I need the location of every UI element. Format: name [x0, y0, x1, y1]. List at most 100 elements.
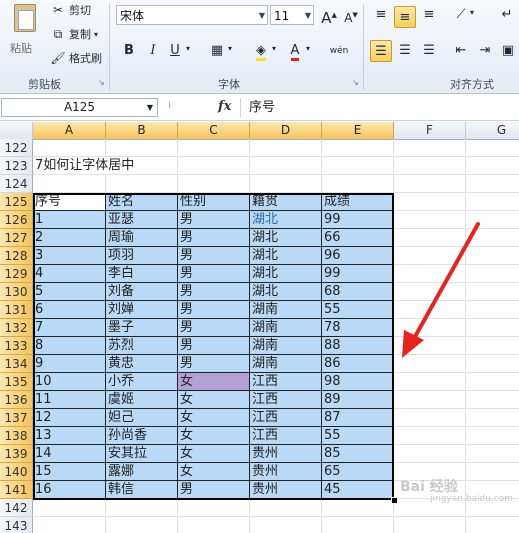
- shrink-font-button[interactable]: A▼: [340, 4, 362, 26]
- table-cell[interactable]: 男: [178, 355, 250, 373]
- cell[interactable]: [394, 355, 466, 373]
- table-cell[interactable]: 亚瑟: [106, 211, 178, 229]
- formula-bar-splitter-icon[interactable]: ⁞: [168, 100, 171, 111]
- table-cell[interactable]: 男: [178, 211, 250, 229]
- row-header[interactable]: 137: [0, 409, 33, 427]
- table-cell[interactable]: 男: [178, 481, 250, 499]
- row-header[interactable]: 132: [0, 319, 33, 337]
- table-header-cell[interactable]: 姓名: [106, 193, 178, 211]
- cell[interactable]: [394, 319, 466, 337]
- chevron-down-icon[interactable]: ▼: [147, 99, 153, 116]
- bold-button[interactable]: B: [118, 40, 140, 62]
- copy-button[interactable]: ⧉ 复制 ▾: [50, 26, 98, 42]
- font-size-combo[interactable]: 11 ▼: [270, 5, 314, 25]
- cell[interactable]: [322, 157, 394, 175]
- row-header[interactable]: 129: [0, 265, 33, 283]
- cell[interactable]: [394, 265, 466, 283]
- table-cell[interactable]: 3: [33, 247, 106, 265]
- table-cell[interactable]: 妲己: [106, 409, 178, 427]
- cell[interactable]: [33, 499, 106, 517]
- table-cell[interactable]: 女: [178, 391, 250, 409]
- table-cell[interactable]: 孙尚香: [106, 427, 178, 445]
- cell[interactable]: [466, 517, 519, 533]
- row-header[interactable]: 141: [0, 481, 33, 499]
- cell[interactable]: [466, 445, 519, 463]
- table-cell[interactable]: 韩信: [106, 481, 178, 499]
- row-header[interactable]: 123: [0, 157, 33, 175]
- cell[interactable]: [394, 193, 466, 211]
- table-cell[interactable]: 安其拉: [106, 445, 178, 463]
- chevron-down-icon[interactable]: ▾: [306, 44, 310, 53]
- cell[interactable]: [466, 229, 519, 247]
- row-header[interactable]: 125: [0, 193, 33, 211]
- cell[interactable]: [466, 373, 519, 391]
- cell[interactable]: [466, 211, 519, 229]
- align-right-button[interactable]: ☰: [418, 40, 440, 62]
- table-cell[interactable]: 86: [322, 355, 394, 373]
- table-cell[interactable]: 68: [322, 283, 394, 301]
- table-cell[interactable]: 87: [322, 409, 394, 427]
- cell[interactable]: [394, 301, 466, 319]
- cell[interactable]: [466, 427, 519, 445]
- fill-color-button[interactable]: ◈: [250, 40, 272, 62]
- row-header[interactable]: 140: [0, 463, 33, 481]
- chevron-down-icon[interactable]: ▾: [470, 8, 474, 17]
- table-cell[interactable]: 99: [322, 265, 394, 283]
- table-cell[interactable]: 12: [33, 409, 106, 427]
- table-cell[interactable]: 1: [33, 211, 106, 229]
- cell[interactable]: [466, 193, 519, 211]
- table-cell[interactable]: 贵州: [250, 463, 322, 481]
- cell[interactable]: [250, 157, 322, 175]
- table-cell[interactable]: 11: [33, 391, 106, 409]
- table-cell[interactable]: 刘备: [106, 283, 178, 301]
- cell[interactable]: [250, 499, 322, 517]
- cell[interactable]: [106, 517, 178, 533]
- cell[interactable]: [394, 157, 466, 175]
- cell[interactable]: [250, 175, 322, 193]
- table-cell[interactable]: 湖北: [250, 229, 322, 247]
- grow-font-button[interactable]: A▲: [318, 4, 340, 27]
- table-cell[interactable]: 13: [33, 427, 106, 445]
- table-cell[interactable]: 7: [33, 319, 106, 337]
- cell[interactable]: [394, 391, 466, 409]
- chevron-down-icon[interactable]: ▾: [228, 44, 232, 53]
- row-header[interactable]: 124: [0, 175, 33, 193]
- table-cell[interactable]: 湖南: [250, 301, 322, 319]
- row-header[interactable]: 130: [0, 283, 33, 301]
- table-cell[interactable]: 5: [33, 283, 106, 301]
- table-cell[interactable]: 8: [33, 337, 106, 355]
- table-cell[interactable]: 88: [322, 337, 394, 355]
- italic-button[interactable]: I: [142, 40, 164, 62]
- dialog-launcher-icon[interactable]: ↘: [98, 78, 105, 87]
- cell[interactable]: [322, 175, 394, 193]
- cell[interactable]: [322, 517, 394, 533]
- merge-center-button[interactable]: ▣: [497, 40, 519, 62]
- table-cell[interactable]: 16: [33, 481, 106, 499]
- cell[interactable]: [466, 247, 519, 265]
- table-header-cell[interactable]: 性别: [178, 193, 250, 211]
- align-bottom-button[interactable]: ≡: [418, 4, 440, 26]
- table-cell[interactable]: 89: [322, 391, 394, 409]
- cell[interactable]: [466, 265, 519, 283]
- cell[interactable]: [394, 373, 466, 391]
- table-cell[interactable]: 贵州: [250, 481, 322, 499]
- table-cell[interactable]: 刘婵: [106, 301, 178, 319]
- decrease-indent-button[interactable]: ⇤: [450, 40, 472, 62]
- table-cell[interactable]: 虞姬: [106, 391, 178, 409]
- cell[interactable]: [178, 139, 250, 157]
- table-cell[interactable]: 女: [178, 409, 250, 427]
- table-cell[interactable]: 苏烈: [106, 337, 178, 355]
- table-cell[interactable]: 湖北: [250, 247, 322, 265]
- dialog-launcher-icon[interactable]: ↘: [352, 78, 359, 87]
- row-header[interactable]: 128: [0, 247, 33, 265]
- column-header-d[interactable]: D: [250, 122, 322, 139]
- table-cell[interactable]: 男: [178, 247, 250, 265]
- cell[interactable]: [394, 139, 466, 157]
- table-cell[interactable]: 黄忠: [106, 355, 178, 373]
- align-middle-button[interactable]: ≡: [394, 6, 416, 28]
- worksheet-grid[interactable]: ABCDEFG 122 123 7如何让字体居中 124 125 序号 姓名 性别 籍贯 成绩 12…: [0, 122, 519, 533]
- cell[interactable]: [394, 409, 466, 427]
- name-box[interactable]: A125 ▼: [1, 98, 158, 117]
- row-header[interactable]: 138: [0, 427, 33, 445]
- table-cell[interactable]: 小乔: [106, 373, 178, 391]
